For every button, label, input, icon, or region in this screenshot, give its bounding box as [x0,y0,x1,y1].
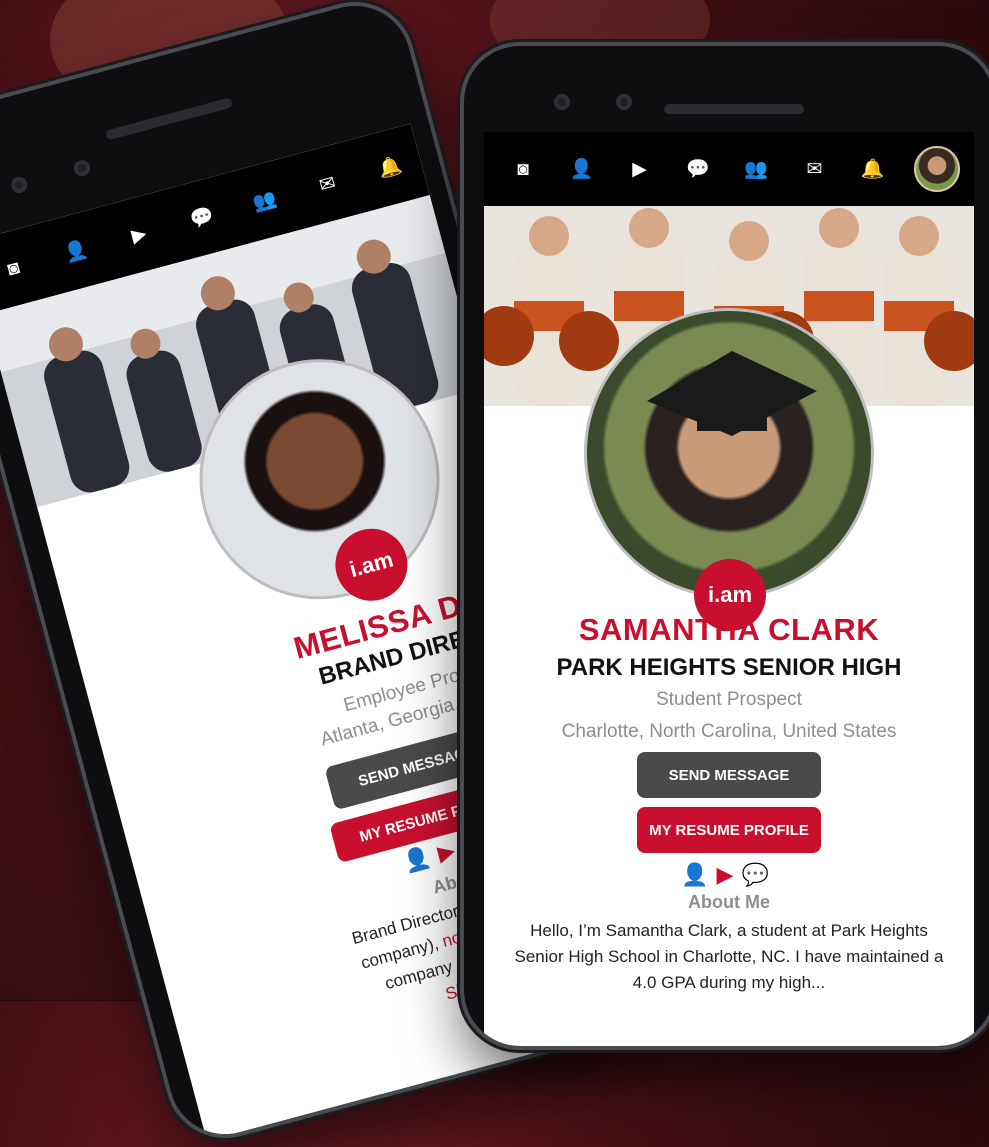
group-icon[interactable]: 👥 [246,187,284,214]
user-avatar[interactable] [913,146,960,192]
front-prospect-type: Student Prospect [656,689,802,710]
resume-profile-button[interactable]: MY RESUME PROFILE [637,807,821,853]
bell-icon[interactable]: 🔔 [856,160,890,179]
bell-icon[interactable]: 🔔 [371,154,409,181]
action-icons: 👤▶💬 [484,862,974,888]
chat-icon[interactable]: 💬 [183,204,221,231]
video-icon[interactable]: ▶ [623,160,657,179]
add-friend-icon[interactable]: 👤 [57,238,95,265]
mail-icon[interactable]: ✉ [797,160,831,179]
about-text: Hello, I’m Samantha Clark, a student at … [514,921,944,992]
about-title: About Me [688,892,770,912]
send-message-button[interactable]: SEND MESSAGE [637,752,821,798]
front-screen: ◙ 👤 ▶ 💬 👥 ✉ 🔔 i.am SAMANTHA CLARK PARK H… [484,132,974,1046]
add-friend-icon[interactable]: 👤 [564,160,598,179]
group-icon[interactable]: 👥 [739,160,773,179]
camera-icon[interactable]: ◙ [0,255,32,282]
front-phone: ◙ 👤 ▶ 💬 👥 ✉ 🔔 i.am SAMANTHA CLARK PARK H… [464,46,989,1046]
front-location: Charlotte, North Carolina, United States [561,721,897,742]
front-profile-name: SAMANTHA CLARK [578,612,880,647]
front-top-nav: ◙ 👤 ▶ 💬 👥 ✉ 🔔 [484,132,974,206]
chat-icon[interactable]: 💬 [681,160,715,179]
chat-icon[interactable]: 💬 [741,862,776,887]
video-icon[interactable]: ▶ [120,221,158,248]
video-icon[interactable]: ▶ [717,862,742,887]
mail-icon[interactable]: ✉ [309,171,347,198]
camera-icon[interactable]: ◙ [506,160,540,179]
front-profile-headline: PARK HEIGHTS SENIOR HIGH [556,654,902,681]
add-friend-icon[interactable]: 👤 [681,862,716,887]
front-profile-photo [584,308,874,598]
